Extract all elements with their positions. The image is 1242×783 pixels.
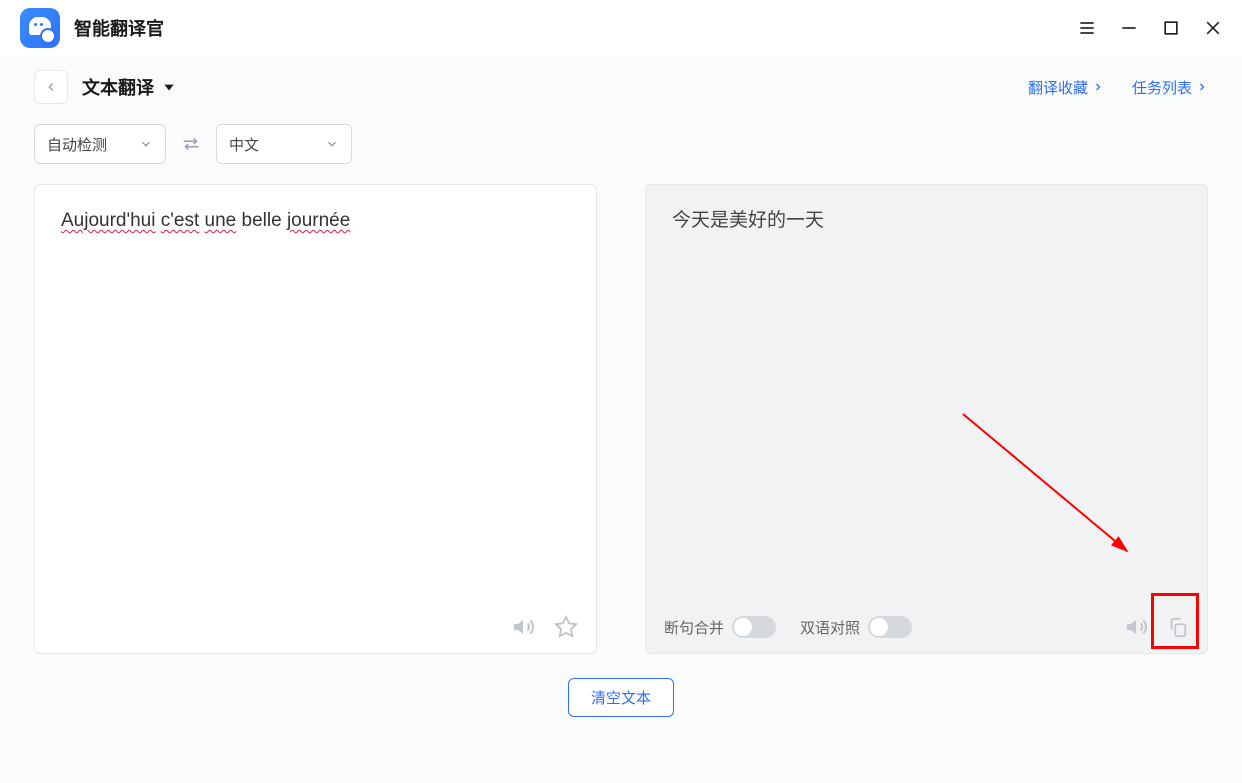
chevron-right-icon (1196, 81, 1208, 93)
tasks-label: 任务列表 (1132, 77, 1192, 98)
chevron-down-icon (139, 137, 153, 151)
input-footer (35, 605, 596, 653)
bilingual-toggle-label: 双语对照 (800, 617, 860, 638)
speak-output-button[interactable] (1125, 615, 1149, 639)
source-language-label: 自动检测 (47, 134, 107, 155)
speaker-icon (512, 615, 536, 639)
mode-selector[interactable]: 文本翻译 (82, 74, 176, 100)
close-button[interactable] (1202, 17, 1224, 39)
app-title: 智能翻译官 (74, 15, 164, 41)
chevron-down-icon (162, 80, 176, 94)
star-icon (554, 615, 578, 639)
output-footer: 断句合并 双语对照 (646, 605, 1207, 653)
chevron-down-icon (325, 137, 339, 151)
mode-label: 文本翻译 (82, 74, 154, 100)
subheader-right: 翻译收藏 任务列表 (1028, 77, 1208, 98)
input-textarea[interactable]: Aujourd'hui c'est une belle journée (35, 185, 596, 605)
subheader: 文本翻译 翻译收藏 任务列表 (34, 70, 1208, 104)
output-panel: 今天是美好的一天 断句合并 双语对照 (645, 184, 1208, 654)
copy-icon (1167, 616, 1189, 638)
bilingual-toggle[interactable] (868, 616, 912, 638)
back-button[interactable] (34, 70, 68, 104)
chevron-right-icon (1092, 81, 1104, 93)
merge-toggle-label: 断句合并 (664, 617, 724, 638)
subheader-left: 文本翻译 (34, 70, 176, 104)
language-row: 自动检测 中文 (34, 124, 1208, 164)
translation-panels: Aujourd'hui c'est une belle journée 今天是美… (34, 184, 1208, 654)
minimize-button[interactable] (1118, 17, 1140, 39)
copy-output-button[interactable] (1167, 616, 1189, 638)
clear-text-button[interactable]: 清空文本 (568, 678, 674, 717)
window-controls (1076, 17, 1224, 39)
target-language-select[interactable]: 中文 (216, 124, 352, 164)
swap-icon (180, 133, 202, 155)
merge-sentences-toggle-group: 断句合并 (664, 616, 776, 638)
favorites-link[interactable]: 翻译收藏 (1028, 77, 1104, 98)
favorites-label: 翻译收藏 (1028, 77, 1088, 98)
swap-languages-button[interactable] (180, 133, 202, 155)
output-text: 今天是美好的一天 (646, 185, 1207, 605)
speaker-icon (1125, 615, 1149, 639)
merge-sentences-toggle[interactable] (732, 616, 776, 638)
menu-button[interactable] (1076, 17, 1098, 39)
bilingual-toggle-group: 双语对照 (800, 616, 912, 638)
content-area: 文本翻译 翻译收藏 任务列表 自动检测 中 (0, 56, 1242, 783)
target-language-label: 中文 (229, 134, 259, 155)
speak-input-button[interactable] (512, 615, 536, 639)
favorite-input-button[interactable] (554, 615, 578, 639)
app-logo (20, 8, 60, 48)
tasks-link[interactable]: 任务列表 (1132, 77, 1208, 98)
input-panel: Aujourd'hui c'est une belle journée (34, 184, 597, 654)
title-left: 智能翻译官 (20, 8, 164, 48)
source-language-select[interactable]: 自动检测 (34, 124, 166, 164)
maximize-button[interactable] (1160, 17, 1182, 39)
title-bar: 智能翻译官 (0, 0, 1242, 56)
